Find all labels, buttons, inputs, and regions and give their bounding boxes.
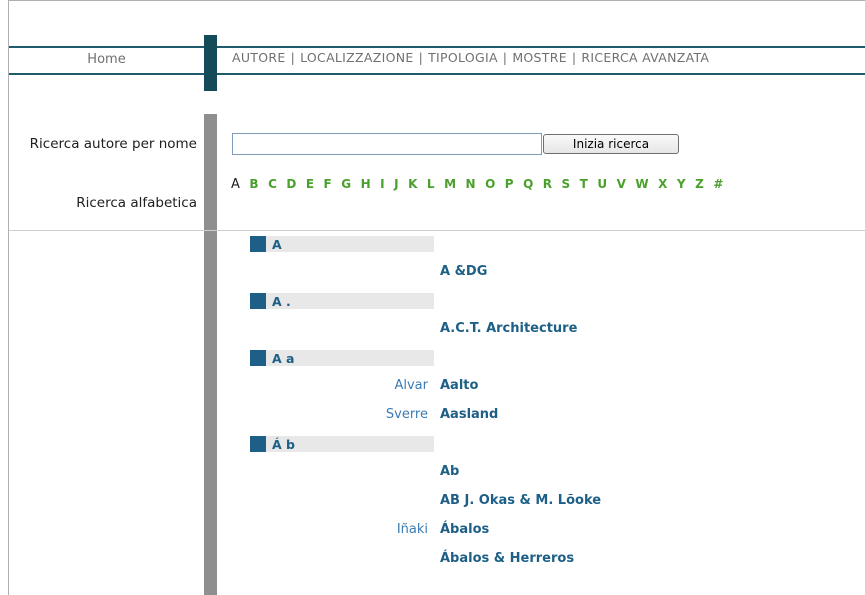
- author-row: Iñaki Ábalos: [220, 522, 840, 540]
- letter-link-x[interactable]: X: [658, 177, 667, 191]
- group-label: Á b: [272, 437, 295, 452]
- author-row: A.C.T. Architecture: [220, 321, 840, 339]
- letter-group-header: Á b: [250, 436, 434, 452]
- section-rule: [9, 230, 865, 231]
- letter-link-o[interactable]: O: [485, 177, 495, 191]
- author-last-name-link[interactable]: Aasland: [440, 407, 498, 422]
- author-first-name[interactable]: Sverre: [386, 407, 428, 422]
- author-last-name-link[interactable]: A &DG: [440, 264, 487, 279]
- letter-link-l[interactable]: L: [427, 177, 435, 191]
- author-first-name[interactable]: Alvar: [394, 378, 428, 393]
- page-frame-top: [8, 0, 865, 1]
- letter-link-e[interactable]: E: [306, 177, 314, 191]
- letter-group-header: A .: [250, 293, 434, 309]
- letter-link-m[interactable]: M: [444, 177, 456, 191]
- group-marker-icon: [250, 236, 266, 252]
- letter-link-hash[interactable]: #: [713, 177, 723, 191]
- author-row: Ábalos & Herreros: [220, 551, 840, 569]
- nav-mostre[interactable]: MOSTRE: [512, 50, 567, 65]
- nav-autore[interactable]: AUTORE: [232, 50, 286, 65]
- nav-separator: |: [418, 50, 424, 65]
- author-row: A &DG: [220, 264, 840, 282]
- letter-link-y[interactable]: Y: [677, 177, 686, 191]
- nav-rule-top: [9, 46, 865, 48]
- letter-link-w[interactable]: W: [635, 177, 648, 191]
- letter-link-d[interactable]: D: [286, 177, 296, 191]
- home-link[interactable]: Home: [9, 52, 204, 67]
- letter-link-k[interactable]: K: [408, 177, 417, 191]
- nav-separator: |: [571, 50, 577, 65]
- letter-link-z[interactable]: Z: [695, 177, 704, 191]
- group-marker-icon: [250, 293, 266, 309]
- letter-link-t[interactable]: T: [580, 177, 588, 191]
- alphabet-index: A B C D E F G H I J K L M N O P Q R S T U V W X Y Z #: [231, 177, 733, 192]
- nav-separator: |: [290, 50, 296, 65]
- author-last-name-link[interactable]: A.C.T. Architecture: [440, 321, 577, 336]
- author-row: Sverre Aasland: [220, 407, 840, 425]
- nav-rule-bottom: [9, 73, 865, 75]
- letter-group-header: A: [250, 236, 434, 252]
- content-divider-bar: [204, 114, 217, 595]
- letter-link-v[interactable]: V: [617, 177, 626, 191]
- nav-localizzazione[interactable]: LOCALIZZAZIONE: [300, 50, 414, 65]
- letter-link-r[interactable]: R: [543, 177, 552, 191]
- letter-group-header: A a: [250, 350, 434, 366]
- search-by-name-label: Ricerca autore per nome: [29, 136, 197, 152]
- letter-link-j[interactable]: J: [394, 177, 398, 191]
- letter-link-f[interactable]: F: [324, 177, 332, 191]
- letter-link-n[interactable]: N: [466, 177, 476, 191]
- search-submit-button[interactable]: Inizia ricerca: [543, 134, 679, 154]
- group-label: A: [272, 237, 282, 252]
- letter-link-u[interactable]: U: [597, 177, 607, 191]
- letter-link-i[interactable]: I: [380, 177, 384, 191]
- page-frame-left: [8, 0, 9, 595]
- group-marker-icon: [250, 436, 266, 452]
- letter-link-h[interactable]: H: [361, 177, 371, 191]
- letter-link-b[interactable]: B: [249, 177, 258, 191]
- group-label: A .: [272, 294, 291, 309]
- alpha-search-label: Ricerca alfabetica: [76, 195, 197, 211]
- nav-separator: |: [502, 50, 508, 65]
- letter-link-a[interactable]: A: [231, 177, 240, 192]
- letter-link-p[interactable]: P: [505, 177, 514, 191]
- author-search-input[interactable]: [232, 133, 542, 155]
- author-row: Alvar Aalto: [220, 378, 840, 396]
- letter-link-q[interactable]: Q: [523, 177, 533, 191]
- nav-ricerca-avanzata[interactable]: RICERCA AVANZATA: [581, 50, 709, 65]
- author-first-name[interactable]: Iñaki: [397, 522, 428, 537]
- top-nav: AUTORE | LOCALIZZAZIONE | TIPOLOGIA | MOSTRE | R…: [232, 50, 709, 65]
- author-last-name-link[interactable]: AB J. Okas & M. Lõoke: [440, 493, 601, 508]
- letter-link-s[interactable]: S: [562, 177, 571, 191]
- group-label: A a: [272, 351, 295, 366]
- author-last-name-link[interactable]: Ábalos: [440, 522, 489, 537]
- letter-link-g[interactable]: G: [341, 177, 351, 191]
- author-row: Ab: [220, 464, 840, 482]
- letter-link-c[interactable]: C: [268, 177, 277, 191]
- author-last-name-link[interactable]: Ábalos & Herreros: [440, 551, 574, 566]
- nav-divider-block: [204, 35, 217, 91]
- nav-tipologia[interactable]: TIPOLOGIA: [428, 50, 498, 65]
- author-row: AB J. Okas & M. Lõoke: [220, 493, 840, 511]
- author-last-name-link[interactable]: Aalto: [440, 378, 478, 393]
- author-last-name-link[interactable]: Ab: [440, 464, 459, 479]
- group-marker-icon: [250, 350, 266, 366]
